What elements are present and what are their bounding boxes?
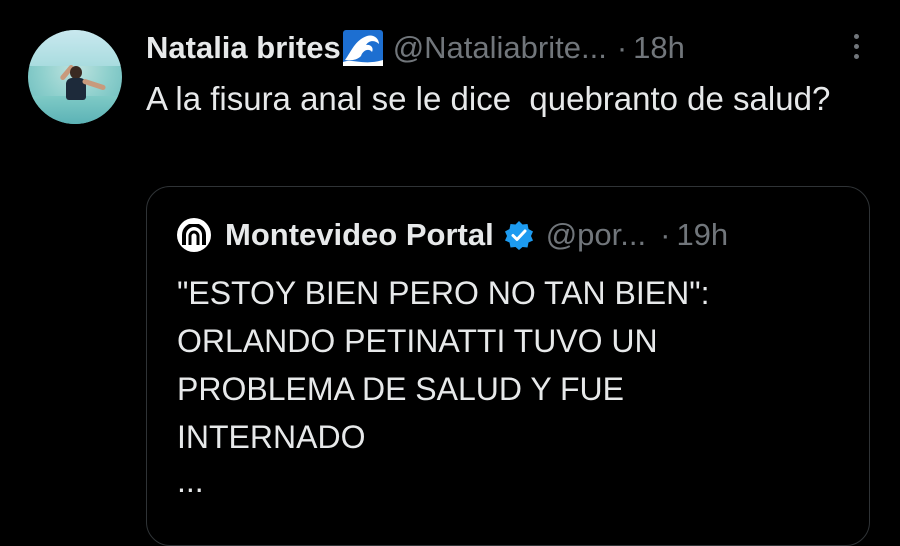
quoted-text: "ESTOY BIEN PERO NO TAN BIEN": ORLANDO P… <box>177 269 837 501</box>
quoted-header: Montevideo Portal @por... · 19h <box>177 215 728 255</box>
quoted-text-line: PROBLEMA DE SALUD Y FUE <box>177 371 624 407</box>
separator: · <box>616 30 628 65</box>
wave-icon <box>342 30 383 66</box>
quoted-tweet[interactable]: Montevideo Portal @por... · 19h "ESTOY B… <box>146 186 870 546</box>
quoted-timestamp: 19h <box>676 217 729 252</box>
tweet-text: A la fisura anal se le dice quebranto de… <box>146 80 831 117</box>
quoted-author-name: Montevideo Portal <box>225 217 494 252</box>
quoted-ellipsis: ... <box>177 463 204 499</box>
timestamp[interactable]: 18h <box>633 30 685 66</box>
quoted-text-line: ORLANDO PETINATTI TUVO UN <box>177 323 658 359</box>
quoted-avatar <box>177 218 211 252</box>
more-options-icon[interactable] <box>846 34 866 64</box>
quoted-text-line: INTERNADO <box>177 419 366 455</box>
tweet[interactable]: Natalia brites @Nataliabrite... · 18h A … <box>0 0 900 546</box>
avatar[interactable] <box>28 30 122 124</box>
quoted-handle: @por... <box>545 217 647 252</box>
author-name[interactable]: Natalia brites <box>146 30 341 66</box>
verified-badge-icon <box>504 220 534 250</box>
quoted-text-line: "ESTOY BIEN PERO NO TAN BIEN": <box>177 275 710 311</box>
quoted-separator: · <box>660 217 671 252</box>
tweet-header: Natalia brites @Nataliabrite... · 18h <box>146 26 685 70</box>
author-handle[interactable]: @Nataliabrite... <box>393 30 607 66</box>
